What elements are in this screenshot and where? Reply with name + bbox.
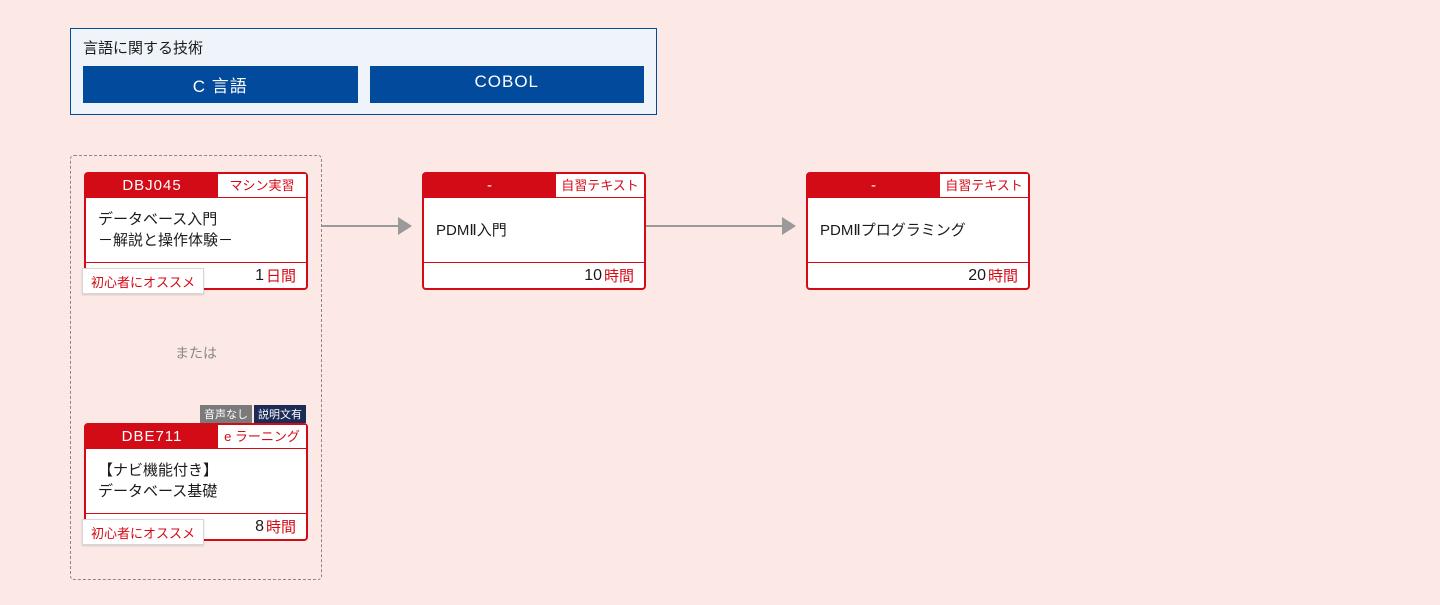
card-code: - (424, 174, 556, 198)
recommend-badge: 初心者にオススメ (82, 268, 204, 294)
mini-tag-has-text: 説明文有 (254, 405, 306, 423)
duration-unit: 時間 (604, 265, 634, 286)
course-card-dbe711[interactable]: 音声なし 説明文有 DBE711 e ラーニング 【ナビ機能付き】 データベース… (84, 423, 308, 541)
card-type-tag: マシン実習 (218, 174, 306, 198)
card-code: DBE711 (86, 425, 218, 449)
course-card-pdm2-programming[interactable]: - 自習テキスト PDMⅡプログラミング 20 時間 (806, 172, 1030, 290)
flow-arrow-1 (322, 225, 410, 227)
mini-tags: 音声なし 説明文有 (200, 405, 306, 423)
card-code: - (808, 174, 940, 198)
duration-number: 8 (255, 518, 264, 536)
duration-unit: 時間 (266, 516, 296, 537)
tab-cobol[interactable]: COBOL (370, 66, 645, 103)
card-head: DBJ045 マシン実習 (86, 174, 306, 198)
card-head: DBE711 e ラーニング (86, 425, 306, 449)
duration-unit: 日間 (266, 265, 296, 286)
card-code: DBJ045 (86, 174, 218, 198)
duration-number: 10 (584, 267, 602, 285)
card-head: - 自習テキスト (808, 174, 1028, 198)
header-title: 言語に関する技術 (83, 37, 644, 58)
duration-number: 20 (968, 267, 986, 285)
duration-unit: 時間 (988, 265, 1018, 286)
language-skills-header: 言語に関する技術 C 言語 COBOL (70, 28, 657, 115)
card-duration: 8 時間 初心者にオススメ (86, 513, 306, 539)
diagram-canvas: { "header": { "title": "言語に関する技術", "tabs… (0, 0, 1440, 605)
card-duration: 10 時間 (424, 262, 644, 288)
flow-arrow-2 (646, 225, 794, 227)
duration-number: 1 (255, 267, 264, 285)
card-type-tag: 自習テキスト (556, 174, 644, 198)
header-tabs: C 言語 COBOL (83, 66, 644, 103)
card-duration: 1 日間 初心者にオススメ (86, 262, 306, 288)
card-title: データベース入門 －解説と操作体験－ (86, 198, 306, 262)
card-type-tag: 自習テキスト (940, 174, 1028, 198)
card-title: PDMⅡ入門 (424, 198, 644, 262)
course-card-dbj045[interactable]: DBJ045 マシン実習 データベース入門 －解説と操作体験－ 1 日間 初心者… (84, 172, 308, 290)
card-duration: 20 時間 (808, 262, 1028, 288)
course-card-pdm2-intro[interactable]: - 自習テキスト PDMⅡ入門 10 時間 (422, 172, 646, 290)
card-type-tag: e ラーニング (218, 425, 306, 449)
card-head: - 自習テキスト (424, 174, 644, 198)
card-title: PDMⅡプログラミング (808, 198, 1028, 262)
or-label: または (175, 343, 217, 363)
tab-c-language[interactable]: C 言語 (83, 66, 358, 103)
mini-tag-no-audio: 音声なし (200, 405, 252, 423)
card-title: 【ナビ機能付き】 データベース基礎 (86, 449, 306, 513)
recommend-badge: 初心者にオススメ (82, 519, 204, 545)
